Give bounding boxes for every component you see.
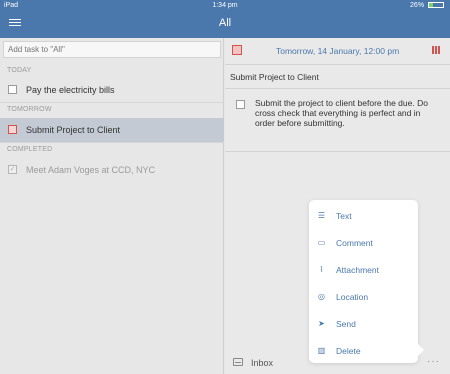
- subtask-checkbox[interactable]: [236, 100, 245, 109]
- text-icon: ☰: [317, 211, 326, 220]
- menu-item-label: Attachment: [336, 265, 379, 275]
- page-title: All: [218, 17, 232, 29]
- task-list-pane: TODAY Pay the electricity bills TOMORROW…: [0, 38, 224, 374]
- section-header-completed: COMPLETED: [7, 146, 53, 153]
- due-date[interactable]: Tomorrow, 14 January, 12:00 pm: [276, 46, 399, 56]
- task-label: Pay the electricity bills: [26, 85, 115, 95]
- add-task-input[interactable]: [3, 41, 221, 58]
- task-label: Submit Project to Client: [26, 125, 121, 135]
- status-bar: iPad 1:34 pm 26%: [0, 0, 450, 12]
- battery-icon: [428, 2, 444, 8]
- due-date-row: Tomorrow, 14 January, 12:00 pm: [225, 38, 450, 64]
- task-checkbox[interactable]: [8, 125, 17, 134]
- task-status-icon[interactable]: [232, 45, 242, 55]
- section-header-tomorrow: TOMORROW: [7, 106, 52, 113]
- menu-item-delete[interactable]: ▥ Delete: [309, 337, 418, 364]
- send-icon: ➤: [318, 319, 325, 328]
- checkmark-icon[interactable]: ✓: [8, 165, 17, 174]
- menu-item-send[interactable]: ➤ Send: [309, 310, 418, 337]
- comment-icon: ▭: [317, 238, 326, 247]
- menu-item-location[interactable]: ◎ Location: [309, 283, 418, 310]
- top-bar: iPad 1:34 pm 26% All: [0, 0, 450, 38]
- battery-percent: 26%: [410, 2, 425, 9]
- task-note[interactable]: Submit the project to client before the …: [255, 98, 440, 128]
- divider: [225, 151, 450, 152]
- divider: [225, 88, 450, 89]
- task-row-completed[interactable]: ✓ Meet Adam Voges at CCD, NYC: [0, 158, 224, 182]
- battery-indicator: 26%: [410, 2, 444, 9]
- task-row[interactable]: Pay the electricity bills: [0, 78, 224, 102]
- task-title[interactable]: Submit Project to Client: [230, 72, 319, 82]
- divider: [0, 142, 224, 143]
- menu-item-comment[interactable]: ▭ Comment: [309, 229, 418, 256]
- clock: 1:34 pm: [212, 2, 238, 9]
- more-icon[interactable]: ···: [427, 356, 440, 367]
- menu-item-label: Comment: [336, 238, 373, 248]
- inbox-icon[interactable]: [233, 358, 243, 366]
- trash-icon: ▥: [317, 346, 326, 355]
- priority-icon[interactable]: [432, 45, 440, 55]
- add-menu-popup: ☰ Text ▭ Comment ⌇ Attachment ◎ Location…: [309, 200, 424, 364]
- menu-item-attachment[interactable]: ⌇ Attachment: [309, 256, 418, 283]
- list-name[interactable]: Inbox: [251, 358, 273, 368]
- menu-item-text[interactable]: ☰ Text: [309, 202, 418, 229]
- menu-item-label: Location: [336, 292, 369, 302]
- divider: [225, 64, 450, 65]
- menu-item-label: Delete: [336, 346, 361, 356]
- divider: [0, 102, 224, 103]
- menu-item-label: Text: [336, 211, 352, 221]
- task-row-selected[interactable]: Submit Project to Client: [0, 118, 224, 142]
- task-checkbox[interactable]: [8, 85, 17, 94]
- battery-fill: [429, 3, 433, 7]
- menu-item-label: Send: [336, 319, 356, 329]
- location-icon: ◎: [318, 292, 325, 301]
- attachment-icon: ⌇: [319, 265, 324, 274]
- section-header-today: TODAY: [7, 67, 32, 74]
- task-label: Meet Adam Voges at CCD, NYC: [26, 165, 156, 175]
